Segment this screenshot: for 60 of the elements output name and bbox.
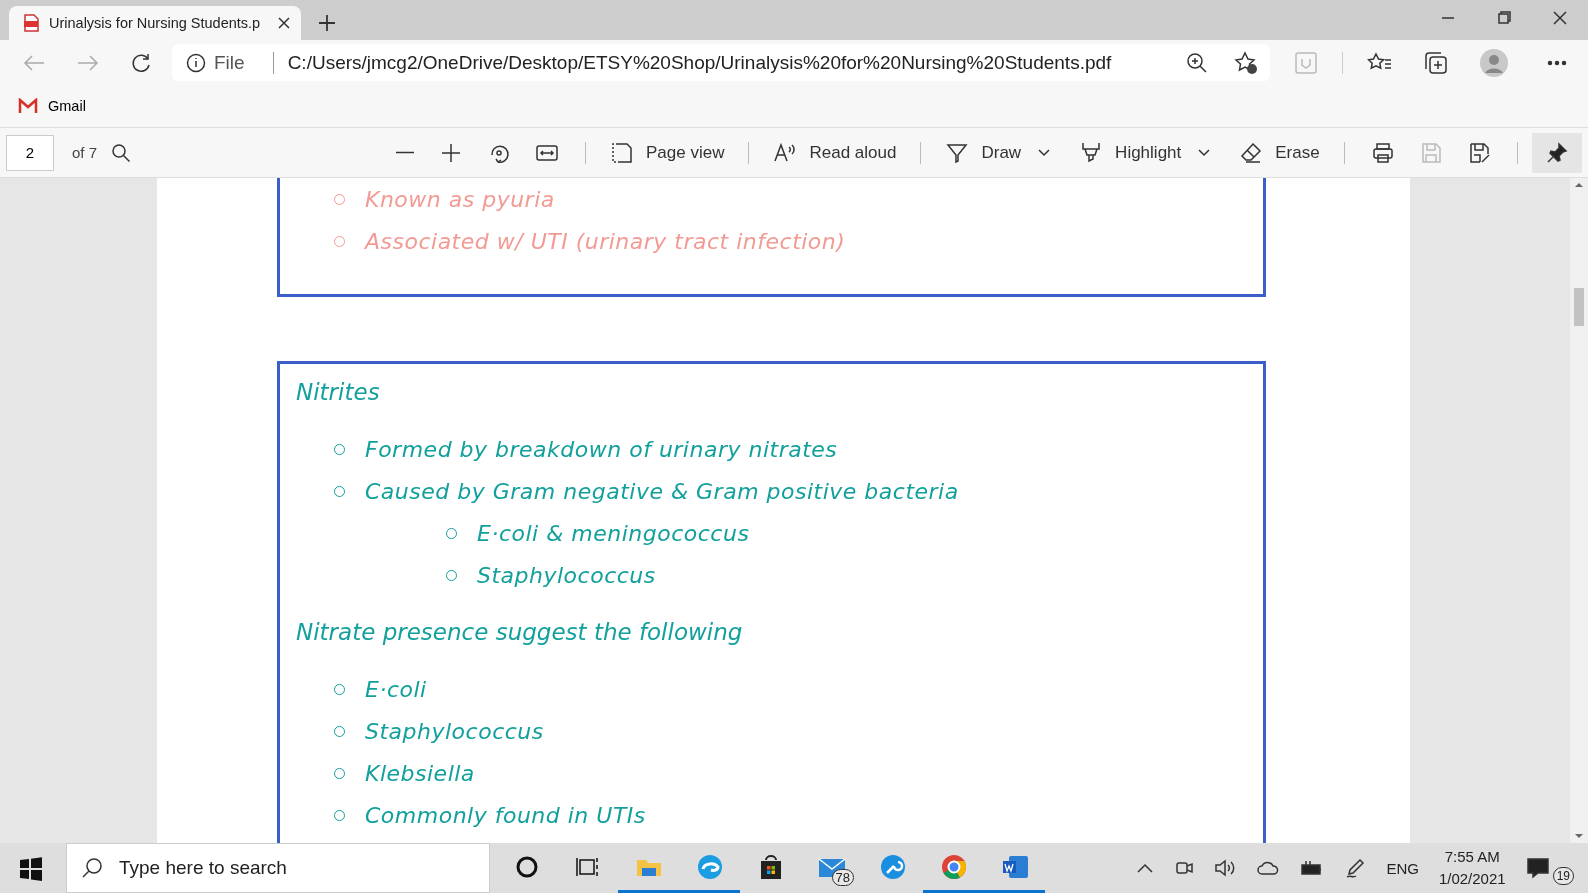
- notification-count-badge: 19: [1552, 867, 1574, 885]
- list-item-text: Formed by breakdown of urinary nitrates: [365, 436, 838, 462]
- url-text: C:/Users/jmcg2/OneDrive/Desktop/ETSY%20Shop/Urinalysis%20for%20Nursing%20Students.pdf: [272, 51, 1178, 74]
- section-heading: Nitrate presence suggest the following: [296, 618, 744, 647]
- search-icon[interactable]: [111, 142, 132, 163]
- gmail-icon: [18, 98, 38, 114]
- list-item-text: Klebsiella: [365, 760, 475, 786]
- notification-button[interactable]: [1525, 857, 1550, 879]
- list-item-text: Associated w/ UTI (urinary tract infection): [365, 228, 846, 254]
- search-input[interactable]: Type here to search: [117, 856, 461, 880]
- page-view-icon: [610, 140, 635, 165]
- address-bar[interactable]: File C:/Users/jmcg2/OneDrive/Desktop/ETSY%20Shop/Urinalysis%20for%20Nursing%20Students.pdf: [172, 44, 1270, 81]
- pin-toolbar-button[interactable]: [1531, 132, 1582, 173]
- page-view-button[interactable]: Page view: [600, 134, 735, 171]
- erase-icon: [1239, 140, 1264, 165]
- pen-icon[interactable]: [1344, 857, 1367, 879]
- section-heading: Nitrites: [296, 378, 381, 407]
- close-icon[interactable]: [277, 16, 291, 30]
- unread-count-badge: 78: [831, 869, 854, 886]
- clock[interactable]: 7:55 AM 1/02/2021: [1438, 846, 1506, 890]
- list-item-text: E·coli & meningococcus: [477, 520, 750, 546]
- taskbar-search-bar[interactable]: Type here to search: [66, 843, 490, 893]
- speaker-icon[interactable]: [1214, 858, 1237, 878]
- chevron-up-icon[interactable]: [1136, 862, 1155, 874]
- list-item-text: Known as pyuria: [365, 186, 555, 212]
- taskbar-app-button[interactable]: 78: [801, 843, 862, 893]
- page-count-label: of 7: [72, 144, 98, 161]
- profile-avatar-icon[interactable]: [1479, 47, 1509, 78]
- cloud-icon[interactable]: [1256, 859, 1281, 877]
- zoom-out-icon: [395, 151, 416, 154]
- scrollbar[interactable]: [1570, 178, 1588, 843]
- caret-icon[interactable]: [1197, 147, 1212, 158]
- bookmark-link[interactable]: Gmail: [18, 98, 86, 114]
- list-item-text: Commonly found in UTIs: [365, 802, 646, 828]
- print-icon: [1370, 140, 1395, 165]
- list-item-text: E·coli: [365, 676, 427, 702]
- highlight-button[interactable]: Highlight: [1069, 134, 1192, 171]
- draw-button[interactable]: Draw: [935, 134, 1032, 171]
- list-item-text: Staphylococcus: [477, 562, 656, 588]
- site-scheme-label: File: [214, 51, 245, 74]
- info-icon[interactable]: [186, 52, 206, 73]
- language-indicator[interactable]: ENG: [1386, 859, 1419, 877]
- add-favorite-icon[interactable]: [1234, 50, 1258, 75]
- time-text: 7:55 AM: [1444, 847, 1500, 867]
- refresh-icon[interactable]: [130, 51, 152, 74]
- caret-icon[interactable]: [1037, 147, 1052, 158]
- erase-button[interactable]: Erase: [1229, 134, 1330, 171]
- scroll-thumb[interactable]: [1574, 288, 1584, 326]
- search-icon: [81, 857, 103, 879]
- pdf-file-icon: [23, 14, 39, 32]
- zoom-in-icon[interactable]: [1186, 51, 1208, 74]
- date-text: 1/02/2021: [1438, 869, 1506, 889]
- read-aloud-button[interactable]: Read aloud: [763, 134, 907, 171]
- page-number-field[interactable]: 2: [6, 134, 54, 171]
- collections-icon[interactable]: [1423, 50, 1449, 75]
- notification-icon: [1525, 857, 1550, 879]
- list-item-text: Staphylococcus: [365, 718, 544, 744]
- list-item-text: Caused by Gram negative & Gram positive bacteria: [365, 478, 959, 504]
- pin-icon: [1545, 141, 1568, 164]
- browser-tab[interactable]: Urinalysis for Nursing Students.p: [9, 6, 301, 40]
